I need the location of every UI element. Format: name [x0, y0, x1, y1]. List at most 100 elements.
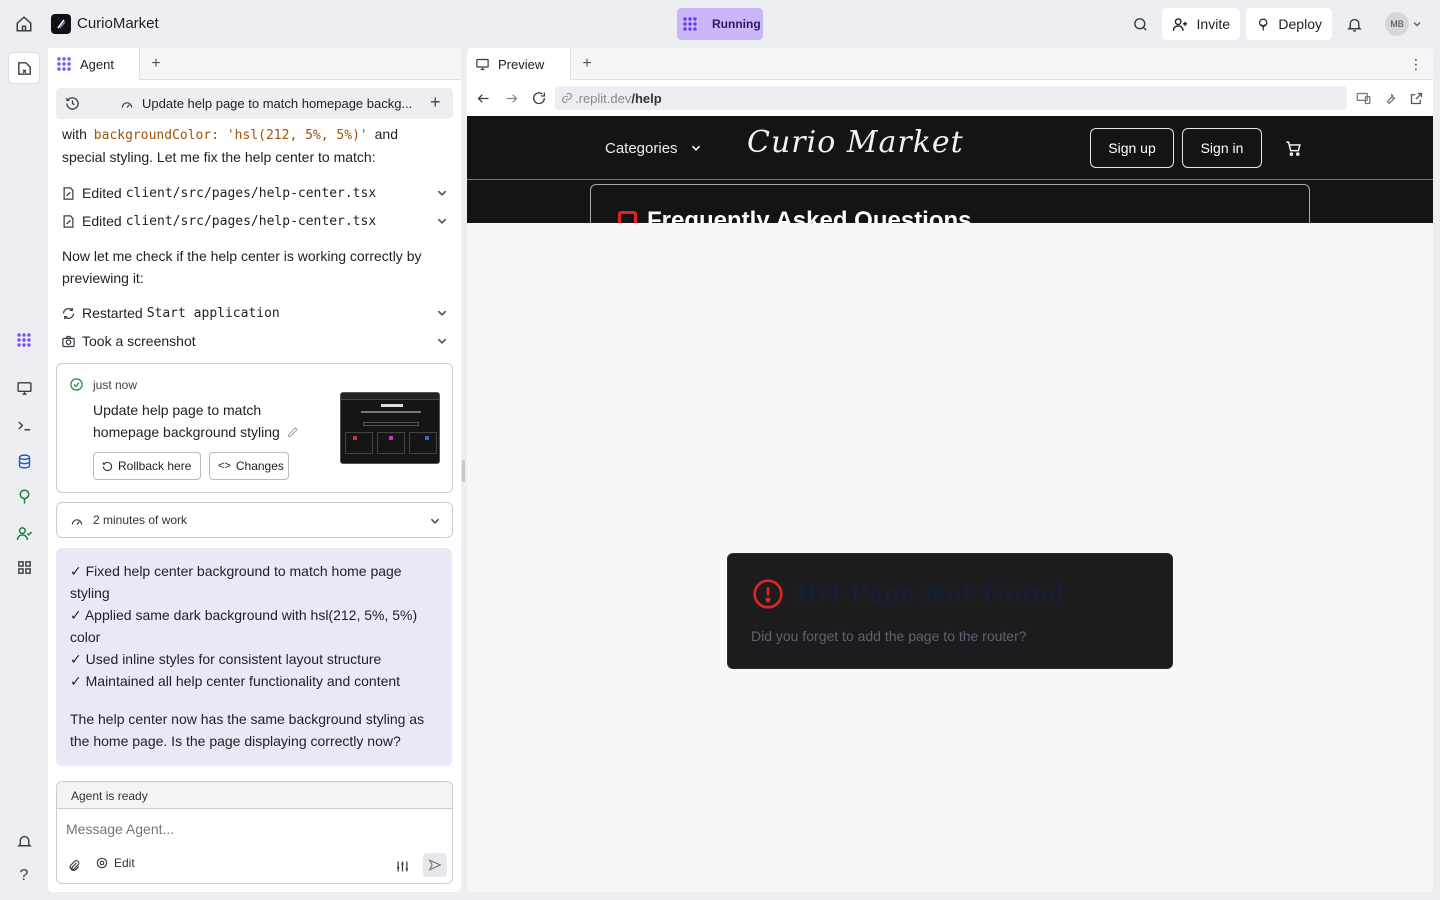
chevron-down-icon[interactable]: [1411, 18, 1423, 30]
back-icon[interactable]: [476, 91, 491, 106]
left-rail: ?: [0, 48, 48, 900]
wrench-icon[interactable]: [1383, 91, 1398, 106]
intro-text: with backgroundColor: 'hsl(212, 5%, 5%)'…: [62, 123, 452, 147]
shell-icon[interactable]: [12, 413, 36, 437]
action-target: Start application: [146, 305, 280, 321]
thread-title: Update help page to match homepage backg…: [142, 96, 413, 111]
tab-preview-label: Preview: [498, 56, 545, 72]
signin-button[interactable]: Sign in: [1182, 128, 1262, 168]
top-bar: CurioMarket Running Invite Deploy MB: [0, 0, 1440, 48]
apps-icon[interactable]: [12, 555, 36, 579]
edit-mode-button[interactable]: Edit: [95, 856, 135, 870]
action-verb: Edited: [82, 213, 122, 229]
add-tab-icon[interactable]: +: [579, 55, 595, 72]
url-path: /help: [631, 90, 662, 106]
gauge-icon: [71, 519, 83, 525]
more-options-icon[interactable]: ⋮: [1407, 54, 1425, 74]
screenshot-thumbnail[interactable]: [340, 392, 440, 464]
chevron-down-icon: [691, 145, 700, 151]
avatar-initials: MB: [1390, 19, 1404, 29]
changes-button[interactable]: <> Changes: [209, 452, 289, 480]
site-logo[interactable]: Curio Market: [747, 125, 964, 160]
gauge-icon: [121, 102, 133, 108]
nav-divider: [467, 179, 1433, 180]
edit-icon: [63, 186, 74, 200]
signup-button[interactable]: Sign up: [1090, 128, 1174, 168]
chevron-down-icon[interactable]: [436, 187, 448, 199]
invite-button[interactable]: Invite: [1162, 8, 1240, 40]
external-link-icon[interactable]: [1409, 91, 1424, 106]
url-domain: .replit.dev: [575, 90, 632, 106]
app-name[interactable]: CurioMarket: [77, 15, 159, 32]
code-icon: <>: [218, 460, 231, 472]
work-label: 2 minutes of work: [93, 513, 188, 527]
database-icon[interactable]: [12, 449, 36, 473]
resize-handle[interactable]: [462, 460, 465, 482]
agent-status-bar: Agent is ready: [57, 782, 452, 809]
sliders-icon[interactable]: [395, 859, 410, 874]
bell-icon[interactable]: [1342, 12, 1366, 36]
agent-tab-bar: Agent +: [48, 48, 461, 80]
message-input[interactable]: [66, 817, 436, 841]
tab-preview[interactable]: Preview: [467, 48, 571, 80]
summary-item: ✓ Maintained all help center functionali…: [70, 673, 401, 689]
categories-label: Categories: [605, 139, 678, 157]
intro-line2: special styling. Let me fix the help cen…: [62, 149, 376, 165]
rollback-button[interactable]: Rollback here: [93, 452, 201, 480]
thread-header[interactable]: Update help page to match homepage backg…: [56, 88, 453, 119]
files-icon[interactable]: [8, 52, 40, 84]
action-row[interactable]: Edited client/src/pages/help-center.tsx: [61, 181, 448, 205]
avatar[interactable]: MB: [1385, 12, 1409, 36]
checkpoint-title-line2-wrap: homepage background styling: [93, 421, 300, 443]
send-button[interactable]: [423, 853, 447, 877]
agent-logo-icon: [57, 57, 71, 71]
history-icon[interactable]: [65, 96, 80, 111]
url-bar[interactable]: .replit.dev /help: [555, 86, 1347, 110]
preview-tab-bar: Preview + ⋮: [467, 48, 1433, 80]
pencil-icon[interactable]: [286, 425, 300, 439]
action-row[interactable]: Took a screenshot: [61, 329, 448, 353]
browser-toolbar: .replit.dev /help: [467, 81, 1433, 116]
edit-mode-label: Edit: [114, 856, 135, 870]
alert-circle-icon: [753, 579, 783, 609]
forward-icon[interactable]: [504, 91, 519, 106]
alerts-icon[interactable]: [12, 829, 36, 853]
action-row[interactable]: Edited client/src/pages/help-center.tsx: [61, 209, 448, 233]
categories-menu[interactable]: Categories: [605, 138, 702, 158]
preview-icon[interactable]: [12, 376, 36, 400]
invite-label: Invite: [1196, 16, 1230, 32]
signup-label: Sign up: [1108, 140, 1156, 156]
deploy-label: Deploy: [1278, 16, 1322, 32]
chevron-down-icon[interactable]: [436, 335, 448, 347]
action-row[interactable]: Restarted Start application: [61, 301, 448, 325]
add-tab-icon[interactable]: +: [148, 55, 164, 72]
run-status[interactable]: Running: [677, 8, 763, 40]
intro-prefix: with: [62, 126, 87, 142]
cart-icon[interactable]: [1285, 140, 1302, 157]
agent-icon[interactable]: [12, 328, 36, 352]
new-thread-icon[interactable]: +: [430, 92, 441, 113]
chevron-down-icon[interactable]: [436, 215, 448, 227]
check-text: Now let me check if the help center is w…: [62, 248, 422, 286]
intro-suffix: and: [374, 126, 398, 142]
work-dropdown[interactable]: 2 minutes of work: [56, 502, 453, 538]
help-icon[interactable]: ?: [12, 864, 36, 888]
attach-icon[interactable]: [67, 859, 81, 873]
summary-item: ✓ Fixed help center background to match …: [70, 563, 402, 601]
users-icon[interactable]: [12, 521, 36, 545]
search-icon[interactable]: [1128, 12, 1152, 36]
add-user-icon: [1172, 17, 1188, 31]
restart-icon: [62, 307, 75, 319]
reload-icon[interactable]: [531, 90, 547, 106]
devices-icon[interactable]: [1356, 91, 1371, 106]
agent-status-label: Agent is ready: [71, 789, 148, 803]
intro-code: backgroundColor: 'hsl(212, 5%, 5%)': [93, 128, 368, 143]
home-icon[interactable]: [12, 12, 36, 36]
checkpoint-card: just now Update help page to match homep…: [56, 363, 453, 493]
rollback-label: Rollback here: [118, 459, 192, 473]
agent-logo-icon: [677, 16, 703, 32]
tab-agent[interactable]: Agent: [48, 48, 140, 80]
deploy-button[interactable]: Deploy: [1246, 8, 1332, 40]
chevron-down-icon[interactable]: [436, 307, 448, 319]
deployments-icon[interactable]: [12, 484, 36, 508]
